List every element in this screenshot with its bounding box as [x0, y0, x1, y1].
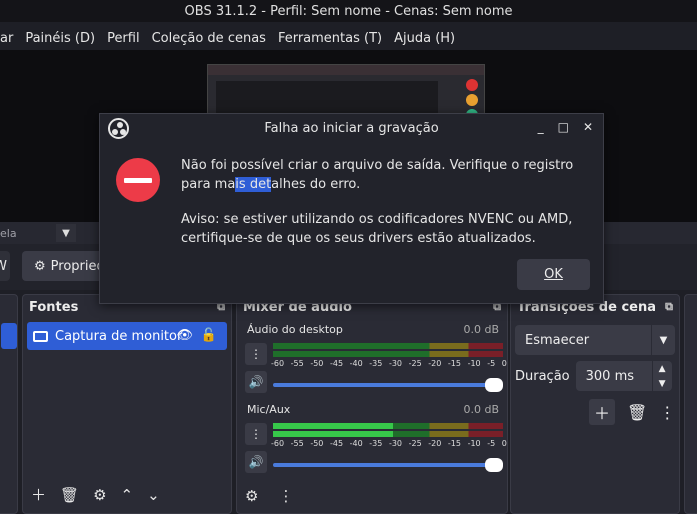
tick-label: -10: [467, 439, 481, 448]
tick-label: 0: [501, 359, 507, 368]
controls-dock-partial: [684, 294, 697, 514]
chevron-down-icon: ▼: [651, 325, 675, 355]
source-item[interactable]: Captura de monitor 👁 🔓: [27, 322, 227, 350]
channel-db: 0.0 dB: [463, 323, 499, 336]
tick-label: -60: [271, 359, 285, 368]
close-icon[interactable]: ✕: [583, 120, 593, 134]
tick-label: -45: [329, 439, 344, 448]
volume-slider[interactable]: [273, 378, 503, 392]
menu-item-profile[interactable]: Perfil: [101, 31, 146, 46]
tick-label: -25: [408, 439, 422, 448]
speaker-icon[interactable]: 🔊: [245, 451, 267, 473]
filters-button-partial[interactable]: W: [0, 251, 10, 281]
monitor-icon: [33, 330, 48, 342]
kebab-menu-icon[interactable]: ⋮: [245, 343, 267, 365]
minimize-icon[interactable]: _: [538, 120, 544, 134]
speaker-icon[interactable]: 🔊: [245, 371, 267, 393]
chevron-down-icon[interactable]: ⌄: [147, 486, 160, 504]
message-part: alhes do erro.: [271, 177, 361, 192]
obs-logo-icon: [108, 118, 129, 139]
tick-label: -30: [388, 359, 403, 368]
tick-label: -40: [349, 359, 363, 368]
tick-label: -50: [310, 439, 324, 448]
transition-select[interactable]: Esmaecer ▼: [515, 325, 675, 355]
kebab-menu-icon[interactable]: ⋮: [245, 423, 267, 445]
scenes-dock-partial: [0, 294, 18, 514]
volume-meter: [273, 343, 503, 357]
maximize-icon[interactable]: □: [558, 120, 569, 134]
message-selection: is det: [235, 177, 272, 192]
volume-slider[interactable]: [273, 458, 503, 472]
gear-icon: ⚙: [34, 258, 46, 274]
lock-icon[interactable]: 🔓: [201, 328, 217, 343]
spin-up-icon[interactable]: ▲: [659, 364, 666, 374]
volume-meter: [273, 423, 503, 437]
tick-label: -15: [447, 359, 461, 368]
meter-ticks: -60 -55 -50 -45 -40 -35 -30 -25 -20 -15 -10 -5 0: [271, 359, 507, 368]
meter-ticks: -60 -55 -50 -45 -40 -35 -30 -25 -20 -15 -10 -5 0: [271, 439, 507, 448]
mixer-channel: Áudio do desktop 0.0 dB ⋮ 🔊 -60 -55 -50 -45…: [241, 323, 507, 399]
menu-item-tools[interactable]: Ferramentas (T): [272, 31, 388, 46]
ok-button[interactable]: OK: [517, 259, 590, 290]
spin-down-icon[interactable]: ▼: [659, 379, 666, 389]
dialog-title: Falha ao iniciar a gravação: [264, 121, 439, 136]
menu-item-scene-collection[interactable]: Coleção de cenas: [146, 31, 272, 46]
tick-label: -20: [428, 359, 442, 368]
gear-icon[interactable]: ⚙: [245, 487, 258, 505]
source-item-label: Captura de monitor: [55, 328, 183, 344]
menu-bar: ar Painéis (D) Perfil Coleção de cenas F…: [0, 26, 697, 50]
menu-item-panels[interactable]: Painéis (D): [19, 31, 101, 46]
error-dialog: Falha ao iniciar a gravação _ □ ✕ Não fo…: [99, 113, 604, 304]
plus-icon[interactable]: ＋: [31, 484, 46, 505]
kebab-menu-icon[interactable]: ⋮: [278, 487, 293, 505]
duration-label: Duração: [515, 368, 570, 384]
error-icon: [116, 158, 160, 202]
tick-label: -60: [271, 439, 285, 448]
trash-icon[interactable]: 🗑: [60, 486, 79, 504]
dialog-message: Não foi possível criar o arquivo de saíd…: [181, 156, 591, 264]
menu-item-help[interactable]: Ajuda (H): [388, 31, 461, 46]
tick-label: -45: [329, 359, 344, 368]
scene-strip-label: ela: [0, 226, 17, 240]
chevron-up-icon[interactable]: ⌃: [121, 486, 134, 504]
gear-icon[interactable]: ⚙: [93, 486, 106, 504]
duration-value: 300 ms: [585, 368, 635, 384]
tick-label: -15: [447, 439, 461, 448]
tick-label: -35: [369, 359, 383, 368]
transition-selected-value: Esmaecer: [525, 332, 590, 348]
plus-icon[interactable]: ＋: [589, 399, 615, 425]
warning-message: Aviso: se estiver utilizando os codifica…: [181, 212, 573, 246]
sources-dock: Fontes ⧉ Captura de monitor 👁 🔓 ＋ 🗑 ⚙ ⌃ …: [22, 294, 232, 514]
transitions-dock: Transições de cena ⧉ Esmaecer ▼ Duração …: [510, 294, 680, 514]
duration-input[interactable]: 300 ms ▲ ▼: [575, 361, 672, 391]
kebab-menu-icon[interactable]: ⋮: [659, 403, 675, 422]
scene-dropdown-button[interactable]: ▼: [56, 224, 76, 242]
channel-db: 0.0 dB: [463, 403, 499, 416]
dock-float-icon[interactable]: ⧉: [665, 300, 673, 314]
tick-label: -10: [467, 359, 481, 368]
channel-name: Mic/Aux: [247, 403, 291, 416]
tick-label: -55: [290, 439, 304, 448]
trash-icon[interactable]: 🗑: [627, 403, 647, 422]
tick-label: 0: [501, 439, 507, 448]
tick-label: -50: [310, 359, 324, 368]
tick-label: -20: [428, 439, 442, 448]
tick-label: -5: [487, 359, 496, 368]
tick-label: -25: [408, 359, 422, 368]
tick-label: -5: [487, 439, 496, 448]
tick-label: -55: [290, 359, 304, 368]
tick-label: -30: [388, 439, 403, 448]
menu-item-partial[interactable]: ar: [0, 31, 19, 46]
mixer-channel: Mic/Aux 0.0 dB ⋮ 🔊 -60 -55 -50 -45 -40 -35 -30…: [241, 403, 507, 479]
eye-icon[interactable]: 👁: [176, 328, 193, 343]
tick-label: -35: [369, 439, 383, 448]
window-title: OBS 31.1.2 - Perfil: Sem nome - Cenas: S…: [0, 0, 697, 22]
audio-mixer-dock: Mixer de áudio ⧉ Áudio do desktop 0.0 dB…: [236, 294, 508, 514]
tick-label: -40: [349, 439, 363, 448]
sources-title: Fontes: [29, 299, 79, 315]
channel-name: Áudio do desktop: [247, 323, 343, 336]
